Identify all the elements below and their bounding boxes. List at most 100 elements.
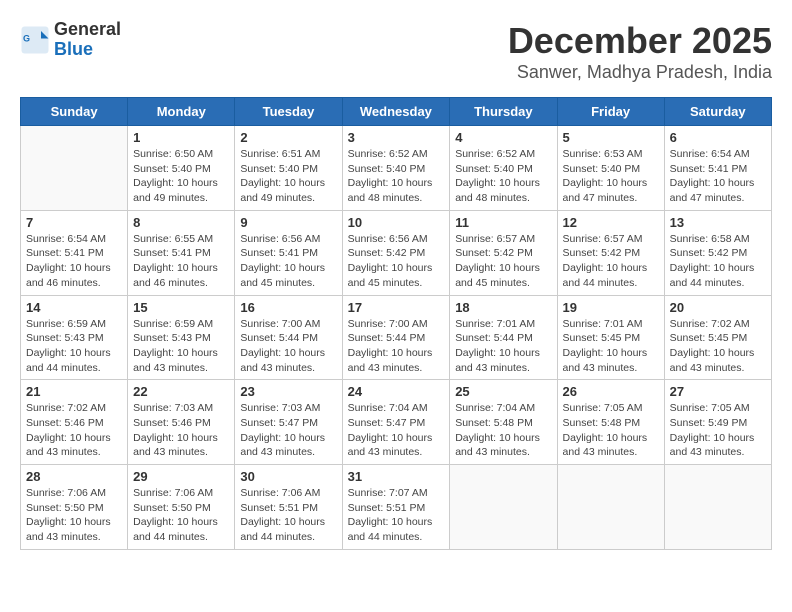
day-info: Sunrise: 7:06 AM Sunset: 5:51 PM Dayligh… <box>240 486 336 545</box>
day-number: 11 <box>455 215 551 230</box>
day-info: Sunrise: 7:02 AM Sunset: 5:46 PM Dayligh… <box>26 401 122 460</box>
svg-text:G: G <box>23 33 30 43</box>
calendar-cell: 15 Sunrise: 6:59 AM Sunset: 5:43 PM Dayli… <box>128 295 235 380</box>
calendar-cell: 9Sunrise: 6:56 AM Sunset: 5:41 PM Daylig… <box>235 210 342 295</box>
day-number: 6 <box>670 130 766 145</box>
calendar-cell: 11Sunrise: 6:57 AM Sunset: 5:42 PM Dayli… <box>450 210 557 295</box>
day-info: Sunrise: 6:50 AM Sunset: 5:40 PM Dayligh… <box>133 147 229 206</box>
day-number: 30 <box>240 469 336 484</box>
calendar-cell: 22 Sunrise: 7:03 AM Sunset: 5:46 PM Dayli… <box>128 380 235 465</box>
calendar-cell: 17 Sunrise: 7:00 AM Sunset: 5:44 PM Dayli… <box>342 295 450 380</box>
calendar-cell: 10 Sunrise: 6:56 AM Sunset: 5:42 PM Dayli… <box>342 210 450 295</box>
day-info: Sunrise: 7:06 AM Sunset: 5:50 PM Dayligh… <box>133 486 229 545</box>
location-title: Sanwer, Madhya Pradesh, India <box>508 62 772 83</box>
day-info: Sunrise: 7:04 AM Sunset: 5:47 PM Dayligh… <box>348 401 445 460</box>
day-number: 19 <box>563 300 659 315</box>
calendar-cell: 25 Sunrise: 7:04 AM Sunset: 5:48 PM Dayli… <box>450 380 557 465</box>
calendar-cell: 28 Sunrise: 7:06 AM Sunset: 5:50 PM Dayli… <box>21 465 128 550</box>
logo-line2: Blue <box>54 40 121 60</box>
weekday-header-tuesday: Tuesday <box>235 98 342 126</box>
day-info: Sunrise: 6:59 AM Sunset: 5:43 PM Dayligh… <box>26 317 122 376</box>
day-info: Sunrise: 6:57 AM Sunset: 5:42 PM Dayligh… <box>563 232 659 291</box>
day-info: Sunrise: 7:00 AM Sunset: 5:44 PM Dayligh… <box>240 317 336 376</box>
day-number: 21 <box>26 384 122 399</box>
day-info: Sunrise: 6:59 AM Sunset: 5:43 PM Dayligh… <box>133 317 229 376</box>
day-number: 18 <box>455 300 551 315</box>
calendar-table: SundayMondayTuesdayWednesdayThursdayFrid… <box>20 97 772 550</box>
calendar-cell: 7 Sunrise: 6:54 AM Sunset: 5:41 PM Daylig… <box>21 210 128 295</box>
day-number: 15 <box>133 300 229 315</box>
day-number: 26 <box>563 384 659 399</box>
day-number: 17 <box>348 300 445 315</box>
day-info: Sunrise: 7:05 AM Sunset: 5:48 PM Dayligh… <box>563 401 659 460</box>
calendar-cell: 26 Sunrise: 7:05 AM Sunset: 5:48 PM Dayli… <box>557 380 664 465</box>
weekday-header-saturday: Saturday <box>664 98 771 126</box>
calendar-cell: 14 Sunrise: 6:59 AM Sunset: 5:43 PM Dayli… <box>21 295 128 380</box>
day-info: Sunrise: 6:51 AM Sunset: 5:40 PM Dayligh… <box>240 147 336 206</box>
weekday-header-thursday: Thursday <box>450 98 557 126</box>
day-number: 2 <box>240 130 336 145</box>
calendar-cell <box>664 465 771 550</box>
day-info: Sunrise: 6:56 AM Sunset: 5:42 PM Dayligh… <box>348 232 445 291</box>
calendar-cell: 30 Sunrise: 7:06 AM Sunset: 5:51 PM Dayli… <box>235 465 342 550</box>
calendar-cell <box>21 126 128 211</box>
day-number: 3 <box>348 130 445 145</box>
calendar-cell: 16 Sunrise: 7:00 AM Sunset: 5:44 PM Dayli… <box>235 295 342 380</box>
day-info: Sunrise: 7:01 AM Sunset: 5:44 PM Dayligh… <box>455 317 551 376</box>
calendar-cell <box>557 465 664 550</box>
day-number: 1 <box>133 130 229 145</box>
day-info: Sunrise: 7:06 AM Sunset: 5:50 PM Dayligh… <box>26 486 122 545</box>
day-number: 29 <box>133 469 229 484</box>
calendar-cell: 23 Sunrise: 7:03 AM Sunset: 5:47 PM Dayli… <box>235 380 342 465</box>
day-number: 7 <box>26 215 122 230</box>
day-number: 4 <box>455 130 551 145</box>
weekday-header-friday: Friday <box>557 98 664 126</box>
day-info: Sunrise: 7:07 AM Sunset: 5:51 PM Dayligh… <box>348 486 445 545</box>
day-info: Sunrise: 6:52 AM Sunset: 5:40 PM Dayligh… <box>348 147 445 206</box>
calendar-cell: 19 Sunrise: 7:01 AM Sunset: 5:45 PM Dayli… <box>557 295 664 380</box>
calendar-cell: 20 Sunrise: 7:02 AM Sunset: 5:45 PM Dayli… <box>664 295 771 380</box>
day-info: Sunrise: 6:53 AM Sunset: 5:40 PM Dayligh… <box>563 147 659 206</box>
day-info: Sunrise: 6:54 AM Sunset: 5:41 PM Dayligh… <box>670 147 766 206</box>
day-info: Sunrise: 6:55 AM Sunset: 5:41 PM Dayligh… <box>133 232 229 291</box>
calendar-cell: 8 Sunrise: 6:55 AM Sunset: 5:41 PM Daylig… <box>128 210 235 295</box>
day-number: 8 <box>133 215 229 230</box>
calendar-cell: 29 Sunrise: 7:06 AM Sunset: 5:50 PM Dayli… <box>128 465 235 550</box>
day-info: Sunrise: 7:03 AM Sunset: 5:46 PM Dayligh… <box>133 401 229 460</box>
day-info: Sunrise: 6:54 AM Sunset: 5:41 PM Dayligh… <box>26 232 122 291</box>
calendar-cell: 13Sunrise: 6:58 AM Sunset: 5:42 PM Dayli… <box>664 210 771 295</box>
day-info: Sunrise: 7:01 AM Sunset: 5:45 PM Dayligh… <box>563 317 659 376</box>
day-number: 20 <box>670 300 766 315</box>
calendar-cell: 6 Sunrise: 6:54 AM Sunset: 5:41 PM Daylig… <box>664 126 771 211</box>
day-number: 27 <box>670 384 766 399</box>
day-info: Sunrise: 6:52 AM Sunset: 5:40 PM Dayligh… <box>455 147 551 206</box>
day-number: 31 <box>348 469 445 484</box>
calendar-cell: 3 Sunrise: 6:52 AM Sunset: 5:40 PM Daylig… <box>342 126 450 211</box>
logo: G General Blue <box>20 20 121 60</box>
day-number: 5 <box>563 130 659 145</box>
day-number: 14 <box>26 300 122 315</box>
general-blue-icon: G <box>20 25 50 55</box>
calendar-header: December 2025 Sanwer, Madhya Pradesh, In… <box>508 20 772 83</box>
day-number: 23 <box>240 384 336 399</box>
weekday-header-sunday: Sunday <box>21 98 128 126</box>
weekday-header-monday: Monday <box>128 98 235 126</box>
day-number: 13 <box>670 215 766 230</box>
day-info: Sunrise: 6:56 AM Sunset: 5:41 PM Dayligh… <box>240 232 336 291</box>
day-info: Sunrise: 7:04 AM Sunset: 5:48 PM Dayligh… <box>455 401 551 460</box>
day-info: Sunrise: 7:00 AM Sunset: 5:44 PM Dayligh… <box>348 317 445 376</box>
day-number: 25 <box>455 384 551 399</box>
calendar-cell: 31 Sunrise: 7:07 AM Sunset: 5:51 PM Dayli… <box>342 465 450 550</box>
day-number: 22 <box>133 384 229 399</box>
weekday-header-wednesday: Wednesday <box>342 98 450 126</box>
day-number: 28 <box>26 469 122 484</box>
day-number: 12 <box>563 215 659 230</box>
day-number: 16 <box>240 300 336 315</box>
day-info: Sunrise: 7:02 AM Sunset: 5:45 PM Dayligh… <box>670 317 766 376</box>
calendar-cell: 4 Sunrise: 6:52 AM Sunset: 5:40 PM Daylig… <box>450 126 557 211</box>
day-info: Sunrise: 7:03 AM Sunset: 5:47 PM Dayligh… <box>240 401 336 460</box>
calendar-cell: 24Sunrise: 7:04 AM Sunset: 5:47 PM Dayli… <box>342 380 450 465</box>
logo-line1: General <box>54 20 121 40</box>
calendar-cell: 5 Sunrise: 6:53 AM Sunset: 5:40 PM Daylig… <box>557 126 664 211</box>
day-number: 10 <box>348 215 445 230</box>
